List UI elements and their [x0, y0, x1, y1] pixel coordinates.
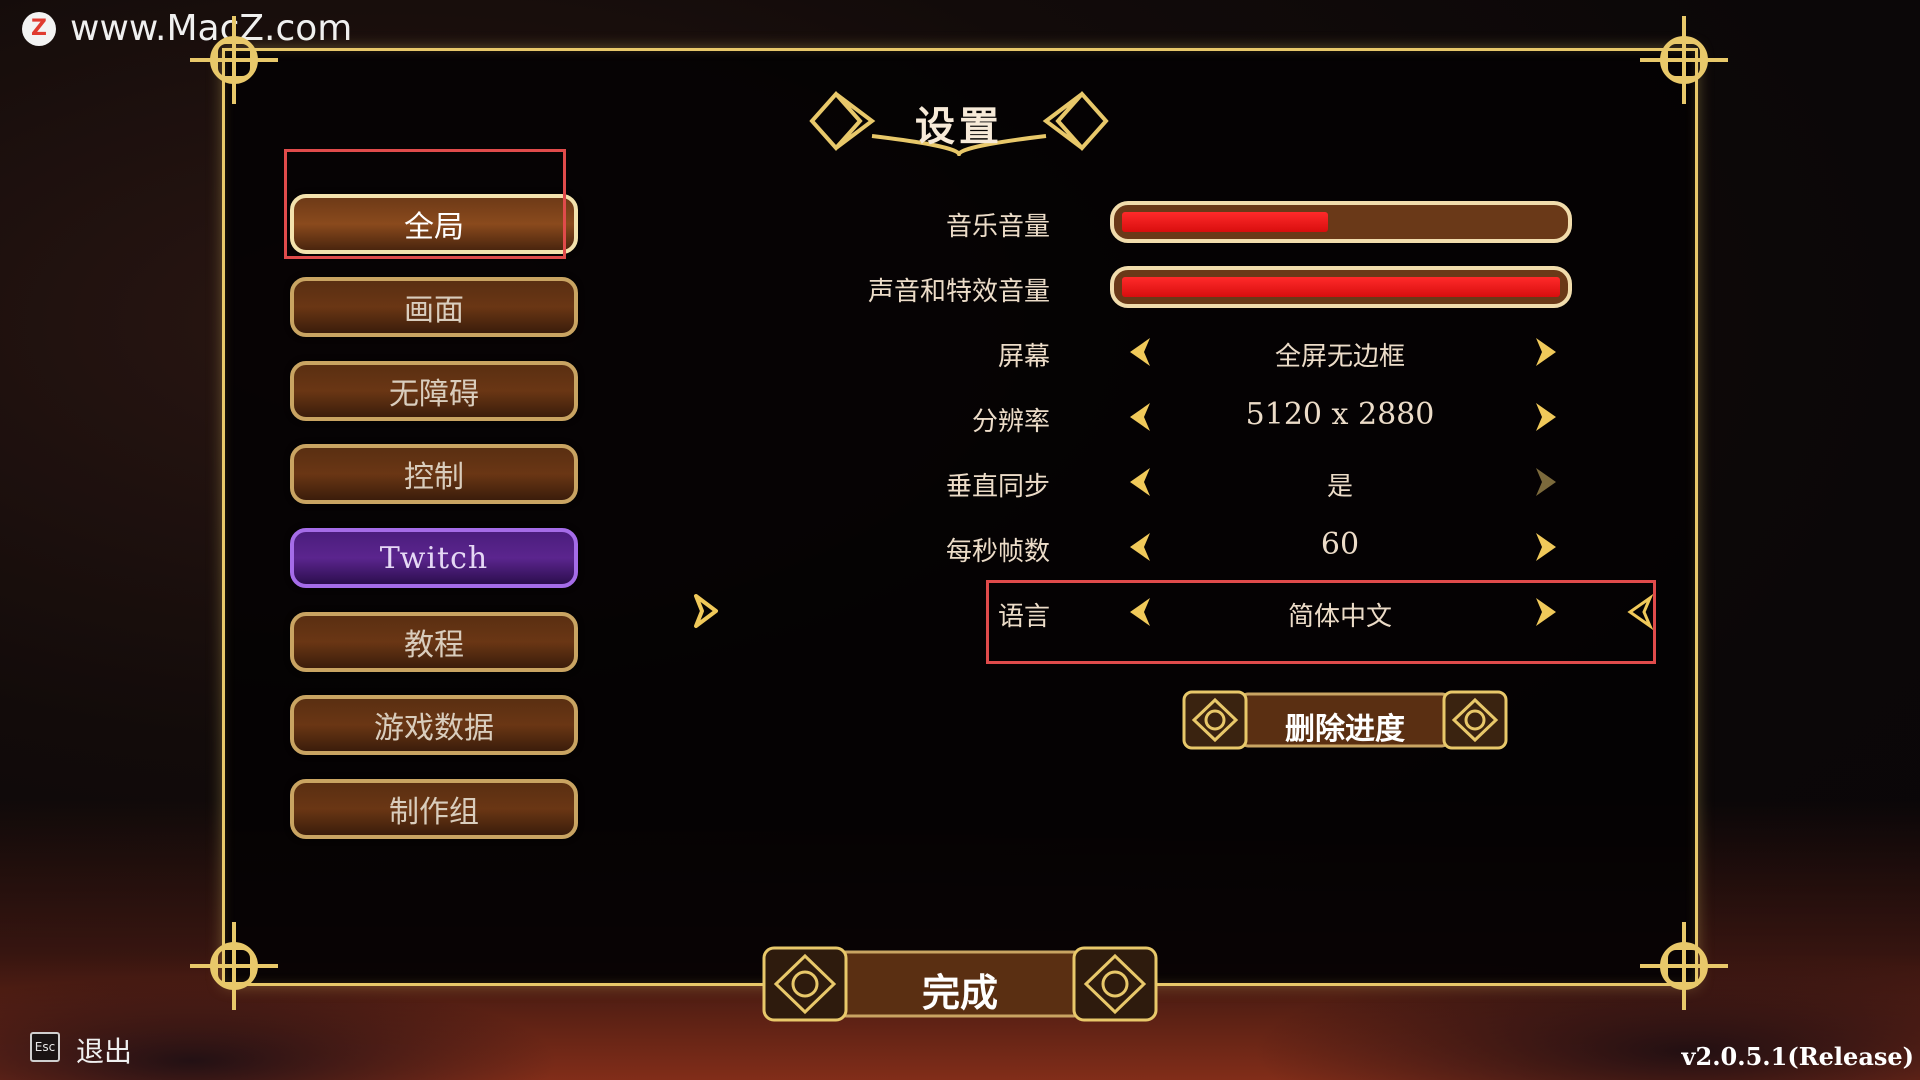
menu-button-game-data[interactable]: 游戏数据 [290, 695, 578, 755]
esc-key-icon[interactable]: Esc [30, 1032, 60, 1062]
screen-prev-chevron-left-icon[interactable] [1124, 334, 1156, 370]
watermark-logo-icon: Z [22, 11, 56, 46]
menu-button-credits[interactable]: 制作组 [290, 779, 578, 839]
version-label: v2.0.5.1(Release) [1681, 1042, 1914, 1071]
vsync-prev-chevron-left-icon[interactable] [1124, 464, 1156, 500]
sfx-volume-label: 声音和特效音量 [867, 277, 1050, 307]
fps-label: 每秒帧数 [945, 537, 1050, 567]
music-volume-label: 音乐音量 [945, 212, 1050, 242]
panel-chevron-right-icon[interactable] [688, 592, 722, 630]
menu-button-tutorial[interactable]: 教程 [290, 612, 578, 672]
fps-next-chevron-right-icon[interactable] [1530, 529, 1562, 565]
vsync-value: 是 [1326, 472, 1353, 502]
corner-knot-bottom-right-icon [1640, 922, 1728, 1010]
delete-progress-button[interactable]: 删除进度 [1180, 686, 1510, 754]
highlight-box-language [986, 580, 1656, 664]
page-title-plate: 设置 [806, 86, 1112, 156]
screen-value: 全屏无边框 [1274, 342, 1405, 372]
highlight-box-global [284, 149, 566, 259]
menu-button-twitch[interactable]: Twitch [290, 528, 578, 588]
corner-knot-top-right-icon [1640, 16, 1728, 104]
corner-knot-bottom-left-icon [190, 922, 278, 1010]
menu-button-graphics[interactable]: 画面 [290, 277, 578, 337]
done-button[interactable]: 完成 [760, 942, 1160, 1026]
exit-label[interactable]: 退出 [76, 1030, 132, 1070]
corner-knot-top-left-icon [190, 16, 278, 104]
screen-label: 屏幕 [997, 342, 1050, 372]
sfx-volume-slider[interactable] [1110, 266, 1572, 308]
done-label: 完成 [921, 971, 998, 1015]
vsync-next-chevron-right-icon[interactable] [1530, 464, 1562, 500]
screen-next-chevron-right-icon[interactable] [1530, 334, 1562, 370]
page-title: 设置 [915, 104, 1003, 150]
menu-button-accessibility[interactable]: 无障碍 [290, 361, 578, 421]
resolution-next-chevron-right-icon[interactable] [1530, 399, 1562, 435]
vsync-label: 垂直同步 [945, 472, 1050, 502]
delete-progress-label: 删除进度 [1285, 712, 1405, 747]
menu-button-controls[interactable]: 控制 [290, 444, 578, 504]
resolution-prev-chevron-left-icon[interactable] [1124, 399, 1156, 435]
music-volume-fill [1122, 212, 1328, 232]
resolution-label: 分辨率 [971, 407, 1050, 437]
fps-prev-chevron-left-icon[interactable] [1124, 529, 1156, 565]
fps-value: 60 [1320, 527, 1360, 562]
resolution-value: 5120 x 2880 [1245, 397, 1435, 432]
sfx-volume-fill [1122, 277, 1560, 297]
music-volume-slider[interactable] [1110, 201, 1572, 243]
